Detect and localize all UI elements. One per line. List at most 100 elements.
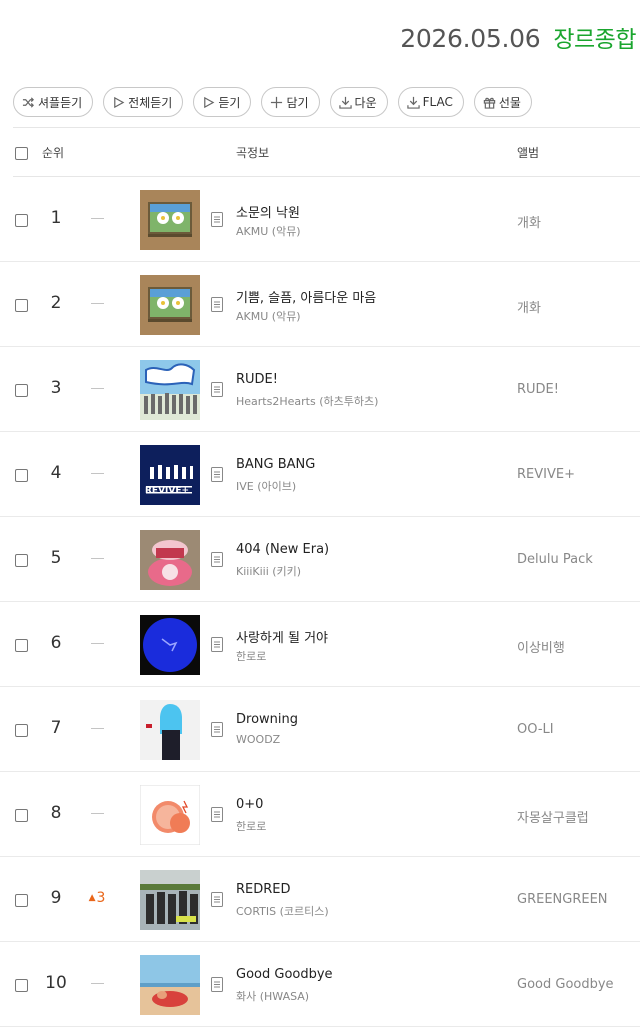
album-name[interactable]: RUDE! — [517, 382, 559, 397]
add-to-playlist-button[interactable]: 담기 — [261, 87, 320, 117]
song-title[interactable]: Good Goodbye — [236, 967, 333, 982]
song-info-icon[interactable] — [211, 637, 223, 652]
song-row[interactable]: 6 사랑하게 될 거야 한로로 이상비행 — [0, 602, 640, 687]
rank-number: 3 — [50, 378, 62, 398]
artist-name[interactable]: CORTIS (코르티스) — [236, 903, 329, 919]
song-select-checkbox[interactable] — [15, 639, 28, 652]
no-change-dash-icon — [90, 982, 104, 984]
download-button[interactable]: 다운 — [329, 87, 388, 117]
artist-name[interactable]: WOODZ — [236, 733, 280, 746]
rank-no-change — [84, 975, 110, 991]
song-row[interactable]: 9 ▲3 REDRED CORTIS (코르티스) GREENGREEN — [0, 857, 640, 942]
artist-name[interactable]: 한로로 — [236, 818, 266, 834]
artist-name[interactable]: Hearts2Hearts (하츠투하츠) — [236, 393, 378, 409]
song-info-icon[interactable] — [211, 467, 223, 482]
song-row[interactable]: 7 Drowning WOODZ OO-LI — [0, 687, 640, 772]
select-all-checkbox[interactable] — [15, 147, 28, 160]
album-cover[interactable] — [140, 275, 200, 335]
album-cover[interactable]: REVIVE+ — [140, 445, 200, 505]
album-cover-art: REVIVE+ — [140, 445, 200, 505]
song-select-checkbox[interactable] — [15, 894, 28, 907]
album-name[interactable]: Good Goodbye — [517, 977, 614, 992]
song-info-icon[interactable] — [211, 807, 223, 822]
song-title[interactable]: 소문의 낙원 — [236, 202, 300, 221]
album-name[interactable]: GREENGREEN — [517, 892, 608, 907]
artist-name[interactable]: AKMU (악뮤) — [236, 223, 301, 239]
album-name[interactable]: 개화 — [517, 212, 541, 231]
album-cover[interactable] — [140, 870, 200, 930]
song-title[interactable]: BANG BANG — [236, 457, 315, 472]
song-info-icon[interactable] — [211, 552, 223, 567]
rank-no-change — [84, 720, 110, 736]
shuffle-play-label: 셔플듣기 — [38, 95, 83, 110]
gift-button[interactable]: 선물 — [473, 87, 532, 117]
rank-no-change — [84, 380, 110, 396]
artist-name[interactable]: IVE (아이브) — [236, 478, 296, 494]
song-row[interactable]: 1 소문의 낙원 AKMU (악뮤) 개화 — [0, 177, 640, 262]
song-row[interactable]: 8 0+0 한로로 자몽살구클럽 — [0, 772, 640, 857]
album-name[interactable]: REVIVE+ — [517, 467, 575, 482]
toolbar: 셔플듣기 전체듣기 듣기 담기 다운 FLAC 선물 — [13, 87, 532, 117]
song-select-checkbox[interactable] — [15, 469, 28, 482]
album-cover[interactable] — [140, 955, 200, 1015]
album-name[interactable]: OO-LI — [517, 722, 554, 737]
song-select-checkbox[interactable] — [15, 299, 28, 312]
album-name[interactable]: 개화 — [517, 297, 541, 316]
song-select-checkbox[interactable] — [15, 724, 28, 737]
song-select-checkbox[interactable] — [15, 214, 28, 227]
album-name[interactable]: 자몽살구클럽 — [517, 807, 589, 826]
artist-name[interactable]: KiiiKiii (키키) — [236, 563, 301, 579]
album-cover[interactable] — [140, 530, 200, 590]
album-cover[interactable] — [140, 785, 200, 845]
album-cover[interactable] — [140, 360, 200, 420]
song-title[interactable]: 0+0 — [236, 797, 263, 812]
album-name[interactable]: Delulu Pack — [517, 552, 593, 567]
play-button[interactable]: 듣기 — [193, 87, 252, 117]
play-label: 듣기 — [218, 95, 241, 110]
rank-number: 4 — [50, 463, 62, 483]
rank-no-change — [84, 465, 110, 481]
shuffle-play-button[interactable]: 셔플듣기 — [13, 87, 94, 117]
genre-label[interactable]: 장르종합 — [553, 20, 636, 54]
rank-change-up: ▲3 — [84, 890, 110, 906]
chart-date-header: 2026.05.06 장르종합 — [400, 20, 636, 54]
rank-no-change — [84, 635, 110, 651]
rank-number: 7 — [50, 718, 62, 738]
album-cover[interactable] — [140, 700, 200, 760]
album-cover[interactable] — [140, 615, 200, 675]
song-info-icon[interactable] — [211, 892, 223, 907]
album-cover[interactable] — [140, 190, 200, 250]
song-select-checkbox[interactable] — [15, 809, 28, 822]
song-row[interactable]: 4 REVIVE+ BANG BANG IVE (아이브) REVIVE+ — [0, 432, 640, 517]
song-title[interactable]: 404 (New Era) — [236, 542, 329, 557]
song-info-icon[interactable] — [211, 722, 223, 737]
song-info-icon[interactable] — [211, 212, 223, 227]
table-header: 순위 곡정보 앨범 — [13, 128, 640, 176]
song-info-icon[interactable] — [211, 382, 223, 397]
no-change-dash-icon — [90, 642, 104, 644]
artist-name[interactable]: 화사 (HWASA) — [236, 988, 309, 1004]
song-title[interactable]: 사랑하게 될 거야 — [236, 627, 328, 646]
no-change-dash-icon — [90, 387, 104, 389]
rank-up-icon: ▲ — [88, 893, 96, 903]
play-icon — [204, 96, 215, 108]
song-select-checkbox[interactable] — [15, 554, 28, 567]
song-title[interactable]: RUDE! — [236, 372, 278, 387]
song-row[interactable]: 2 기쁨, 슬픔, 아름다운 마음 AKMU (악뮤) 개화 — [0, 262, 640, 347]
play-all-button[interactable]: 전체듣기 — [103, 87, 184, 117]
song-info-icon[interactable] — [211, 977, 223, 992]
song-title[interactable]: 기쁨, 슬픔, 아름다운 마음 — [236, 287, 376, 306]
song-select-checkbox[interactable] — [15, 979, 28, 992]
flac-download-button[interactable]: FLAC — [397, 87, 464, 117]
song-title[interactable]: REDRED — [236, 882, 291, 897]
song-row[interactable]: 5 404 (New Era) KiiiKiii (키키) Delulu Pack — [0, 517, 640, 602]
song-title[interactable]: Drowning — [236, 712, 298, 727]
gift-icon — [483, 97, 496, 109]
song-row[interactable]: 3 RUDE! Hearts2Hearts (하츠투하츠) RUDE! — [0, 347, 640, 432]
artist-name[interactable]: 한로로 — [236, 648, 266, 664]
album-name[interactable]: 이상비행 — [517, 637, 565, 656]
song-info-icon[interactable] — [211, 297, 223, 312]
song-select-checkbox[interactable] — [15, 384, 28, 397]
song-row[interactable]: 10 Good Goodbye 화사 (HWASA) Good Goodbye — [0, 942, 640, 1027]
artist-name[interactable]: AKMU (악뮤) — [236, 308, 301, 324]
